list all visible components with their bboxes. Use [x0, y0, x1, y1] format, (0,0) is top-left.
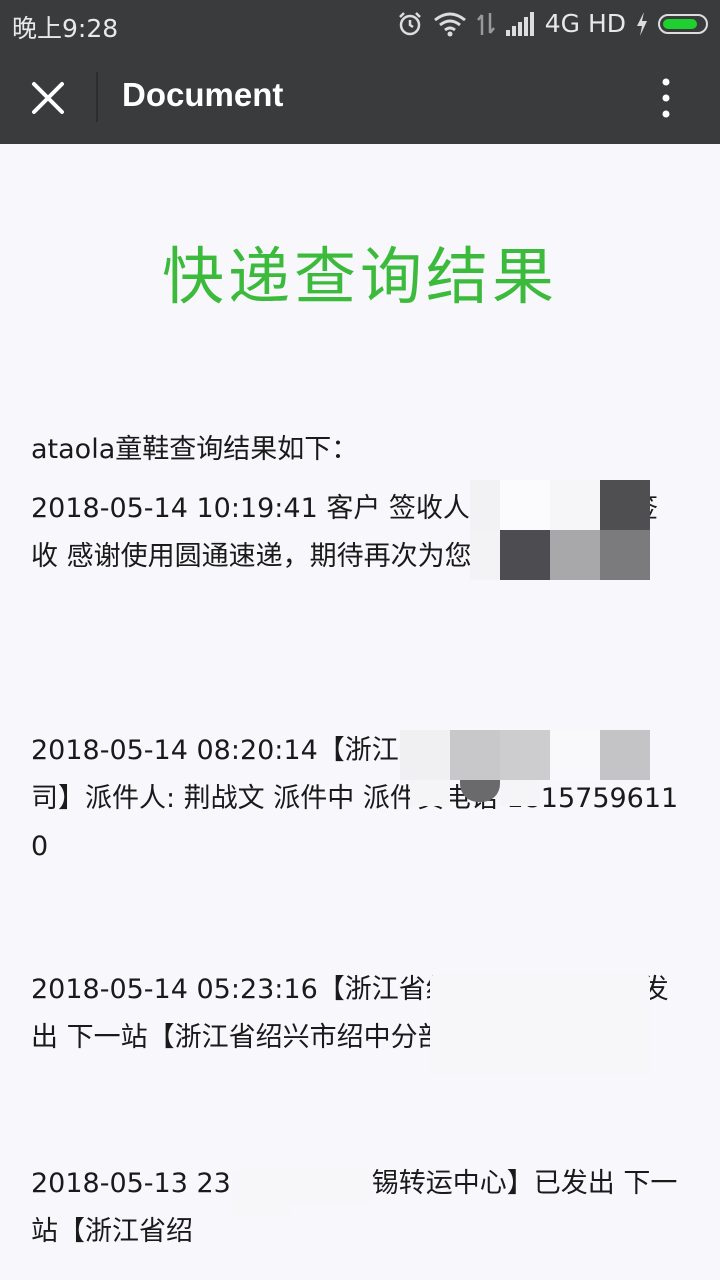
privacy-mosaic [290, 1204, 690, 1264]
charging-icon [637, 11, 647, 36]
more-vertical-icon[interactable] [652, 74, 680, 122]
toolbar: Document [0, 50, 720, 144]
network-type: 4G HD [544, 9, 626, 38]
status-bar: 晚上9:28 4G HD [0, 0, 720, 50]
battery-icon [658, 13, 708, 34]
alarm-icon [398, 11, 421, 35]
privacy-mosaic [430, 974, 650, 1074]
result-intro: ataola童鞋查询结果如下： [31, 434, 359, 465]
document-content: 快递查询结果 ataola童鞋查询结果如下： 2018-05-14 10:19:… [0, 144, 720, 1280]
data-arrows-icon [476, 12, 495, 35]
page-title: Document [122, 76, 284, 113]
signal-icon [505, 11, 534, 36]
status-time: 晚上9:28 [12, 14, 119, 43]
toolbar-divider [96, 72, 98, 122]
status-icons: 4G HD [397, 9, 708, 38]
result-heading: 快递查询结果 [161, 240, 558, 313]
close-icon[interactable] [22, 72, 74, 124]
wifi-icon [433, 12, 466, 36]
